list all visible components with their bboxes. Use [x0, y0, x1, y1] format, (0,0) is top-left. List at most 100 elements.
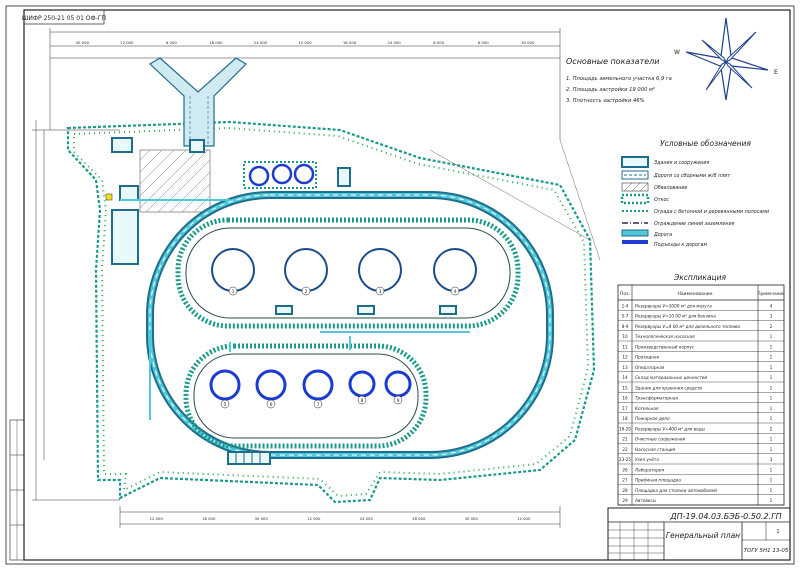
marker-point [105, 193, 113, 201]
table-cell-pos: 10 [622, 334, 628, 339]
table-cell-pos: 22 [622, 447, 628, 452]
top-dimension-label: 18 000 [209, 40, 223, 45]
table-cell-note: 1 [770, 437, 773, 442]
tank-5 [209, 369, 241, 401]
building-checkpoint [111, 137, 133, 153]
bottom-dimension-label: 12 000 [517, 516, 531, 521]
tank-label: 5 [224, 402, 227, 408]
table-cell-pos: 28 [622, 488, 628, 493]
building-small-3 [439, 305, 457, 315]
column-header: Поз. [620, 291, 630, 297]
indicator-item: 3. Плотность застройки 46% [566, 98, 645, 104]
table-cell-name: Операторная [635, 365, 665, 370]
table-cell-name: Лаборатория [634, 467, 664, 472]
top-dimension-label: 30 000 [76, 40, 90, 45]
table-cell-note: 1 [770, 498, 773, 503]
table-cell-pos: 18 [622, 416, 628, 421]
sheet-number: 1 [776, 529, 779, 535]
stamp-code: ШИФР 250-21 05 01 ОФ-ГП [22, 15, 106, 22]
tank-label: 4 [454, 289, 457, 295]
bottom-dimension-label: 30 000 [255, 516, 269, 521]
building-operator [119, 185, 139, 201]
table-cell-pos: 14 [622, 375, 628, 380]
table-cell-pos: 13 [622, 365, 628, 370]
table-cell-pos: 26 [622, 467, 628, 472]
water-tanks [248, 163, 315, 187]
table-cell-note: 1 [770, 396, 773, 401]
bottom-dimension-label: 12 000 [307, 516, 321, 521]
table-cell-pos: 29 [622, 498, 628, 503]
legend-label: Ограда с бетонной и деревянными полосами [654, 209, 769, 215]
table-cell-note: 1 [770, 467, 773, 472]
table-cell-note: 1 [770, 385, 773, 390]
tank-1 [211, 248, 255, 292]
table-cell-name: Технологическая насосная [635, 334, 695, 339]
legend-label: Ограждение линий заземления [654, 221, 735, 227]
table-cell-name: Узел учёта [635, 457, 659, 462]
tank-label: 2 [305, 289, 308, 295]
road-swatch-icon [621, 229, 649, 237]
table-cell-note: 1 [770, 478, 773, 483]
tank-label: 7 [317, 402, 320, 408]
table-cell-pos: 15 [622, 385, 628, 390]
table-cell-note: 1 [770, 344, 773, 349]
table-cell-note: 1 [770, 355, 773, 360]
indicator-item: 1. Площадь земельного участка 6,9 га [566, 76, 672, 82]
legend-label: Дороги со сборными ж/б плит [653, 173, 730, 179]
access-swatch-icon [622, 240, 648, 244]
table-cell-pos: 19-20 [619, 426, 632, 431]
table-cell-name: Пожарное депо [635, 416, 670, 421]
table-cell-pos: 8-9 [622, 324, 629, 329]
tank-label: 1 [232, 289, 235, 295]
top-dimension-label: 6 000 [433, 40, 444, 45]
table-cell-name: Трансформаторная [635, 396, 678, 401]
top-dimension-label: 18 000 [343, 40, 357, 45]
top-dimension-label: 30 000 [521, 40, 535, 45]
top-dimension-label: 12 000 [120, 40, 134, 45]
table-cell-pos: 27 [622, 478, 628, 483]
legend-label: Откос [654, 197, 669, 203]
tank-9 [384, 370, 412, 398]
tank-4 [433, 248, 477, 292]
indicator-item: 2. Площадь застройки 19 000 м² [566, 87, 655, 93]
compass-east: E [774, 69, 778, 76]
table-cell-name: Насосная станция [635, 447, 676, 452]
legend-label: Обвалование [654, 185, 688, 191]
table-cell-note: 2 [770, 324, 773, 329]
top-dimension-label: 24 000 [254, 40, 268, 45]
table-cell-pos: 1-4 [622, 303, 629, 308]
compass-west: W [674, 49, 680, 56]
tank-6 [255, 369, 287, 401]
table-cell-note: 1 [770, 488, 773, 493]
table-cell-name: Резервуары V=400 м³ для воды [635, 426, 706, 431]
legend-label: Подъезды к дорогам [654, 242, 707, 248]
building-small-1 [275, 305, 293, 315]
table-cell-pos: 5-7 [622, 314, 629, 319]
building-swatch-icon [621, 156, 649, 168]
table-cell-pos: 11 [622, 344, 628, 349]
table-cell-pos: 12 [622, 355, 628, 360]
table-cell-name: Резервуары V=4 00 м³ для дизельного топл… [635, 324, 741, 329]
top-dimension-label: 24 000 [387, 40, 401, 45]
tank-3 [358, 248, 402, 292]
explication-title: Экспликация [673, 273, 727, 282]
drawing-title: Генеральный план [666, 531, 740, 540]
table-cell-name: Автовесы [634, 498, 657, 503]
bottom-dimension-label: 18 000 [202, 516, 216, 521]
table-cell-name: Очистные сооружения [635, 437, 686, 442]
table-cell-name: Здание для хранения средств [635, 385, 702, 390]
legend-label: Дорога [653, 232, 672, 238]
table-cell-pos: 23-25 [619, 457, 632, 462]
building-small-2 [357, 305, 375, 315]
table-cell-note: 1 [770, 365, 773, 370]
table-cell-pos: 21 [622, 437, 628, 442]
table-cell-note: 1 [770, 406, 773, 411]
building-guard [189, 139, 205, 153]
table-cell-name: Проходная [635, 355, 660, 360]
tank-label: 9 [397, 398, 400, 404]
tank-2 [284, 248, 328, 292]
column-header: Примечание [757, 291, 785, 296]
bottom-dimension-label: 18 000 [412, 516, 426, 521]
tank-7 [302, 369, 334, 401]
table-cell-note: 1 [770, 334, 773, 339]
